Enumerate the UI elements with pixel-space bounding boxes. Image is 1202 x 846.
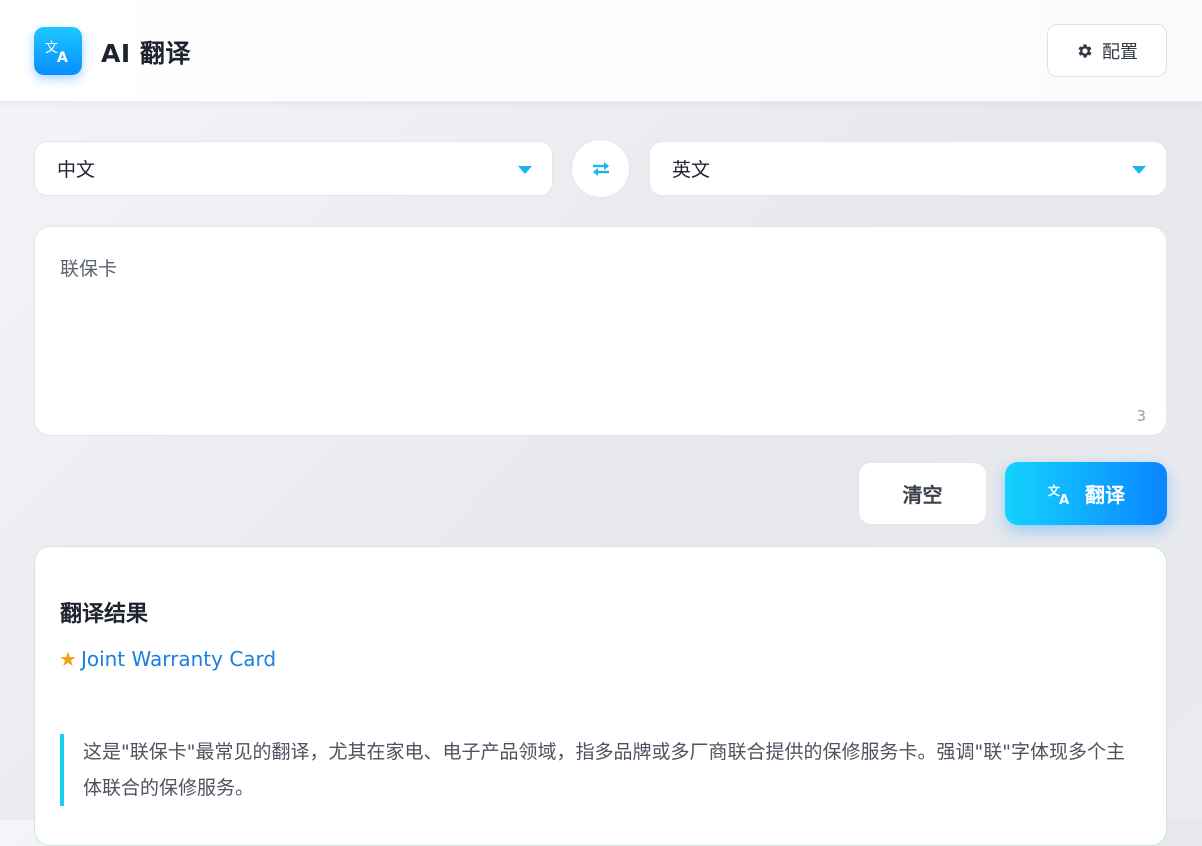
translate-icon: 文 A — [1048, 482, 1069, 507]
character-count: 3 — [1136, 407, 1146, 425]
source-language-value: 中文 — [57, 159, 96, 181]
source-text-value[interactable]: 联保卡 — [60, 254, 117, 281]
swap-languages-button[interactable] — [571, 139, 630, 198]
swap-icon — [592, 161, 609, 176]
target-language-value: 英文 — [672, 159, 711, 181]
result-title: 翻译结果 — [60, 602, 149, 627]
translate-button[interactable]: 文 A 翻译 — [1005, 462, 1167, 525]
target-language-select[interactable]: 英文 — [649, 141, 1167, 196]
source-text-input[interactable]: 联保卡 3 — [34, 226, 1167, 436]
svg-text:A: A — [57, 50, 68, 65]
top-bar: 文 A AI 翻译 配置 — [0, 0, 1202, 102]
translate-icon: 文 A — [45, 41, 68, 65]
primary-translation-text[interactable]: Joint Warranty Card — [81, 647, 276, 671]
config-label: 配置 — [1102, 41, 1138, 63]
gear-icon — [1078, 43, 1092, 58]
primary-translation: ★ Joint Warranty Card — [59, 647, 276, 671]
translation-note: 这是"联保卡"最常见的翻译，尤其在家电、电子产品领域，指多品牌或多厂商联合提供的… — [60, 734, 1140, 806]
chevron-down-icon — [518, 166, 532, 174]
translate-label: 翻译 — [1085, 483, 1125, 507]
source-language-select[interactable]: 中文 — [34, 141, 553, 196]
chevron-down-icon — [1132, 166, 1146, 174]
app-title: AI 翻译 — [101, 39, 191, 68]
app-logo: 文 A — [34, 27, 82, 75]
clear-button[interactable]: 清空 — [858, 462, 987, 525]
svg-text:A: A — [1059, 493, 1069, 507]
result-panel: 翻译结果 ★ Joint Warranty Card 这是"联保卡"最常见的翻译… — [34, 546, 1167, 846]
star-icon: ★ — [59, 647, 77, 671]
config-button[interactable]: 配置 — [1047, 24, 1167, 77]
